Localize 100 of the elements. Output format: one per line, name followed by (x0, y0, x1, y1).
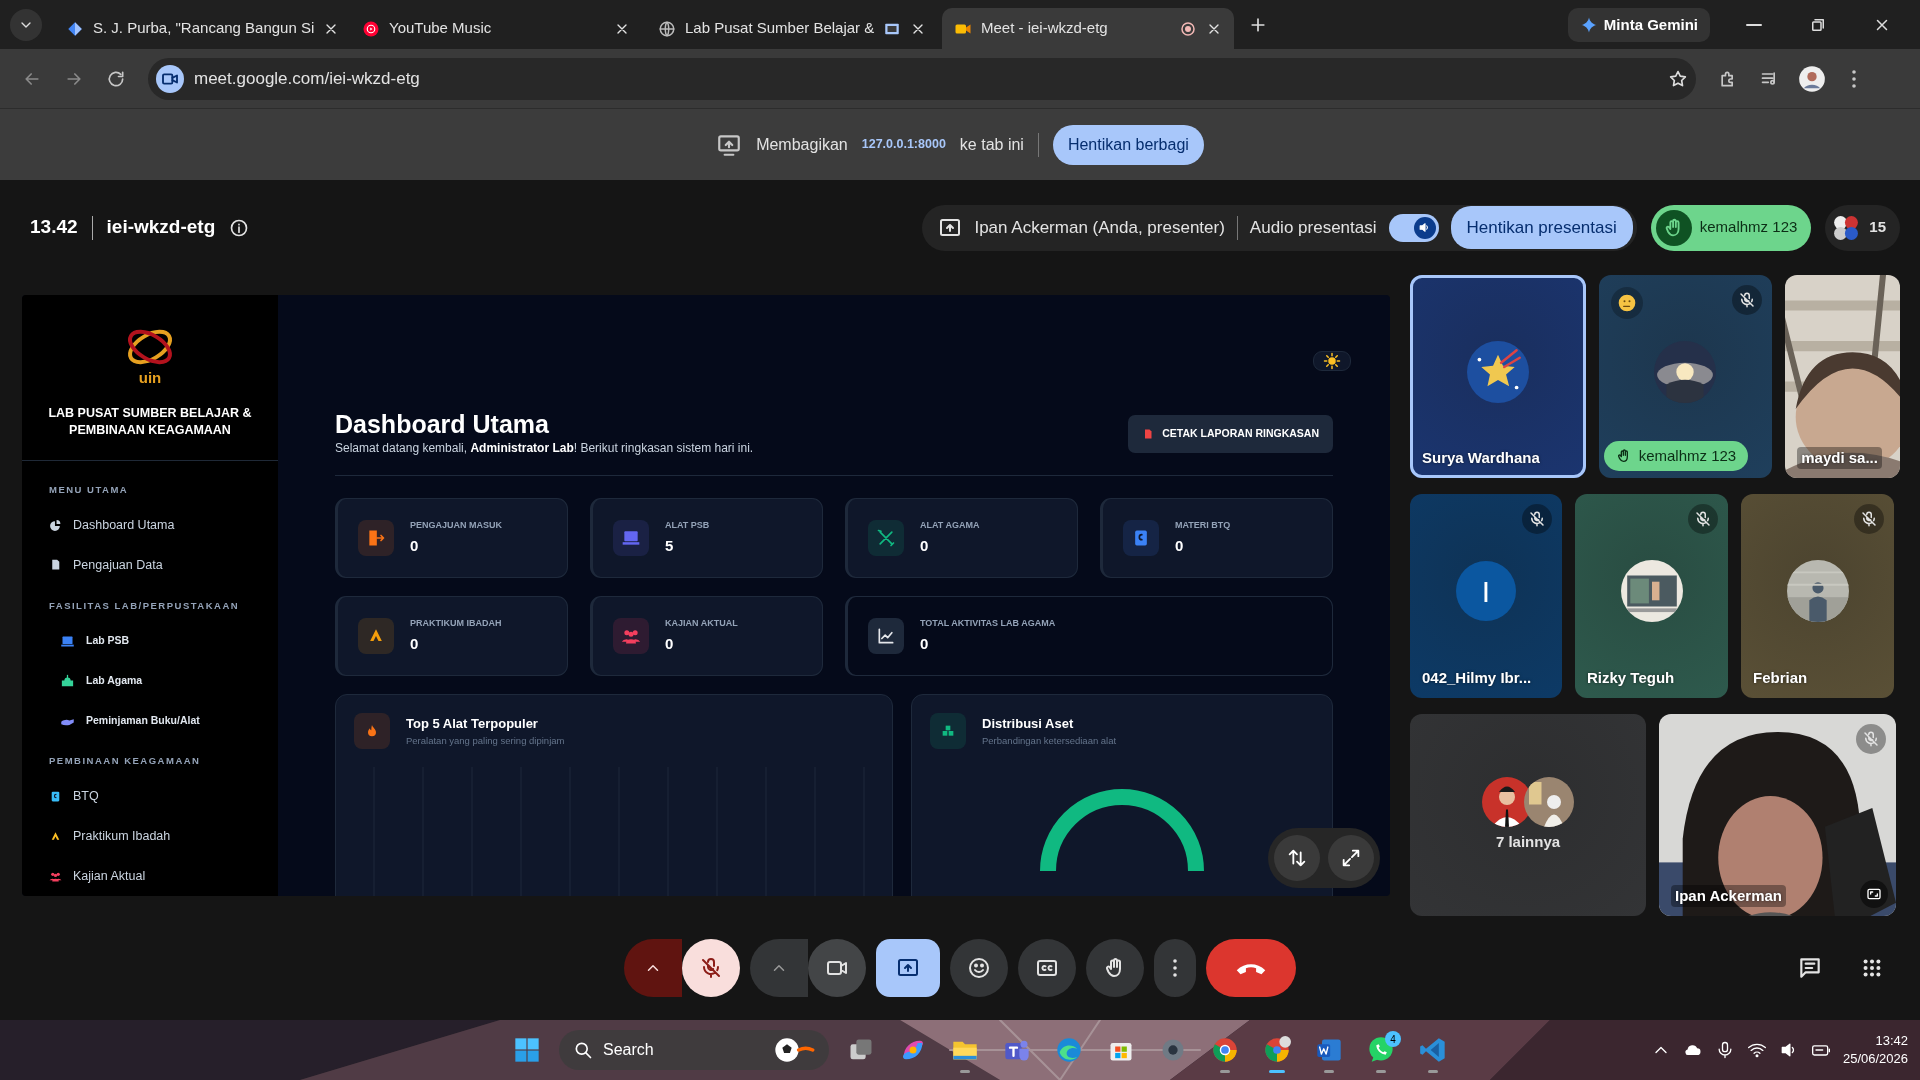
participant-name: Ipan Ackerman (1671, 884, 1786, 907)
tab-list-button[interactable] (10, 9, 42, 41)
logo-text: uin (138, 370, 162, 385)
microphone-button[interactable] (682, 939, 740, 997)
sun-icon (1323, 352, 1341, 370)
sidebar-item[interactable]: Peminjaman Buku/Alat (22, 700, 278, 741)
sharing-label: Membagikan (756, 134, 848, 155)
stat-value: 0 (1175, 535, 1185, 556)
welcome-text: Selamat datang kembali, Administrator Lab! Berikut ringkasan sistem hari ini. (335, 440, 754, 457)
restore-icon (1809, 16, 1827, 34)
clock-date[interactable]: 25/06/2026 (1842, 1050, 1908, 1068)
participant-name: maydi sa... (1797, 446, 1882, 469)
browser-tab[interactable]: Lab Pusat Sumber Belajar & (646, 8, 938, 49)
stat-label: PENGAJUAN MASUK (410, 519, 502, 532)
leave-call-button[interactable] (1206, 939, 1296, 997)
swap-button[interactable] (1274, 835, 1320, 881)
meeting-code: iei-wkzd-etg (106, 215, 216, 240)
chart-subtitle: Perbandingan ketersediaan alat (982, 733, 1117, 748)
page-title: Dashboard Utama (335, 409, 550, 439)
stat-label: ALAT AGAMA (920, 519, 980, 532)
minimize-icon (1746, 23, 1762, 27)
stat-label: KAJIAN AKTUAL (665, 617, 738, 630)
avatar-initial: I (1456, 561, 1516, 621)
stat-label: MATERI BTQ (1175, 519, 1231, 532)
windows-icon (513, 1036, 541, 1064)
participant-name: Rizky Teguh (1587, 667, 1675, 688)
section-title: FASILITAS LAB/PERPUSTAKAAN (48, 598, 241, 613)
search-field[interactable]: Search (559, 1030, 829, 1070)
sidebar-item[interactable]: Pengajuan Data (22, 545, 278, 585)
stat-value: 0 (410, 633, 420, 654)
stat-value: 5 (665, 535, 675, 556)
theme-toggle-button[interactable] (1313, 351, 1351, 371)
participants-button[interactable]: 15 (1825, 204, 1900, 251)
speaker-icon (1418, 221, 1431, 234)
audio-label: Audio presentasi (1249, 216, 1377, 239)
address-bar[interactable]: meet.google.com/iei-wkzd-etg (148, 57, 1696, 100)
video-camera-icon (156, 64, 184, 93)
smile-icon (967, 956, 991, 980)
shared-origin: 127.0.0.1:8000 (861, 136, 946, 154)
avatar-stack-icon (1833, 214, 1860, 241)
print-report-button[interactable]: CETAK LAPORAN RINGKASAN (1128, 415, 1333, 453)
stat-label: TOTAL AKTIVITAS LAB AGAMA (920, 617, 1056, 630)
globe-icon (658, 19, 676, 38)
swap-icon (1286, 847, 1308, 869)
more-participants-label: 7 lainnya (1495, 831, 1561, 852)
chat-bubble-icon (1367, 1036, 1395, 1064)
sidebar-item[interactable]: Praktikum Ibadah (22, 816, 278, 857)
stop-sharing-button[interactable]: Hentikan berbagi (1052, 124, 1204, 165)
search-icon (573, 1040, 593, 1060)
chrome-profile-icon (1263, 1036, 1291, 1064)
ball-icon (773, 1036, 815, 1064)
gemini-button[interactable]: Minta Gemini (1567, 8, 1710, 42)
participant-name: 042_Hilmy Ibr... (1422, 667, 1532, 688)
clock-time[interactable]: 13:42 (1842, 1032, 1908, 1050)
browser-tab[interactable]: S. J. Purba, "Rancang Bangun Si (54, 8, 346, 49)
section-title: MENU UTAMA (48, 483, 130, 498)
fullscreen-icon (1866, 886, 1882, 902)
apps-icon (1861, 957, 1883, 979)
brand-title: LAB PUSAT SUMBER BELAJAR & PEMBINAAN KEAGAMAAN (47, 405, 253, 439)
fullscreen-button[interactable] (1328, 835, 1374, 881)
present-button[interactable] (876, 939, 940, 997)
taskbar-app-button[interactable]: 4 (1361, 1030, 1401, 1070)
chat-icon (1797, 955, 1823, 981)
sidebar-item[interactable]: BTQ (22, 776, 278, 817)
stat-value: 0 (920, 633, 930, 654)
sidebar-item[interactable]: Lab PSB (22, 621, 278, 661)
muted-mic-icon (699, 956, 723, 980)
sidebar-item[interactable]: Lab Agama (22, 660, 278, 701)
participant-name: Surya Wardhana (1422, 447, 1540, 468)
section-title: PEMBINAAN KEAGAMAAN (48, 754, 202, 769)
menu-icon (1172, 958, 1178, 978)
stat-value: 0 (665, 633, 675, 654)
menu-icon (1851, 68, 1857, 89)
info-icon[interactable] (229, 217, 250, 238)
sidebar-item[interactable]: Kajian Aktual (22, 856, 278, 896)
stat-value: 0 (410, 535, 420, 556)
browser-tab[interactable]: YouTube Music (350, 8, 642, 49)
avatar-icon (1798, 64, 1826, 93)
raised-hand-button[interactable]: kemalhmz 123 (1650, 204, 1812, 251)
chrome-icon (1211, 1036, 1239, 1064)
browser-tab[interactable]: Meet - iei-wkzd-etg (942, 8, 1234, 49)
stat-label: PRAKTIKUM IBADAH (410, 617, 502, 630)
document-icon (1142, 428, 1155, 440)
sidebar-item[interactable]: Dashboard Utama (22, 505, 278, 546)
stop-presenting-button[interactable]: Hentikan presentasi (1450, 205, 1633, 250)
participant-name: Febrian (1753, 667, 1808, 688)
chart-subtitle: Peralatan yang paling sering dipinjam (406, 733, 565, 748)
code-editor-icon (1419, 1036, 1447, 1064)
chart-title: Top 5 Alat Terpopuler (406, 715, 539, 734)
stat-label: ALAT PSB (665, 519, 710, 532)
meeting-time: 13.42 (30, 215, 78, 240)
raised-hand-label: kemalhmz 123 (1603, 441, 1749, 471)
play-circle-icon (362, 19, 380, 38)
chart-title: Distribusi Aset (982, 715, 1075, 734)
audio-toggle[interactable] (1388, 213, 1439, 242)
star-icon[interactable] (1668, 68, 1688, 89)
phone-icon (1236, 961, 1266, 975)
presenter-label: Ipan Ackerman (Anda, presenter) (974, 216, 1225, 239)
sharing-target: ke tab ini (959, 134, 1024, 155)
stat-value: 0 (920, 535, 930, 556)
